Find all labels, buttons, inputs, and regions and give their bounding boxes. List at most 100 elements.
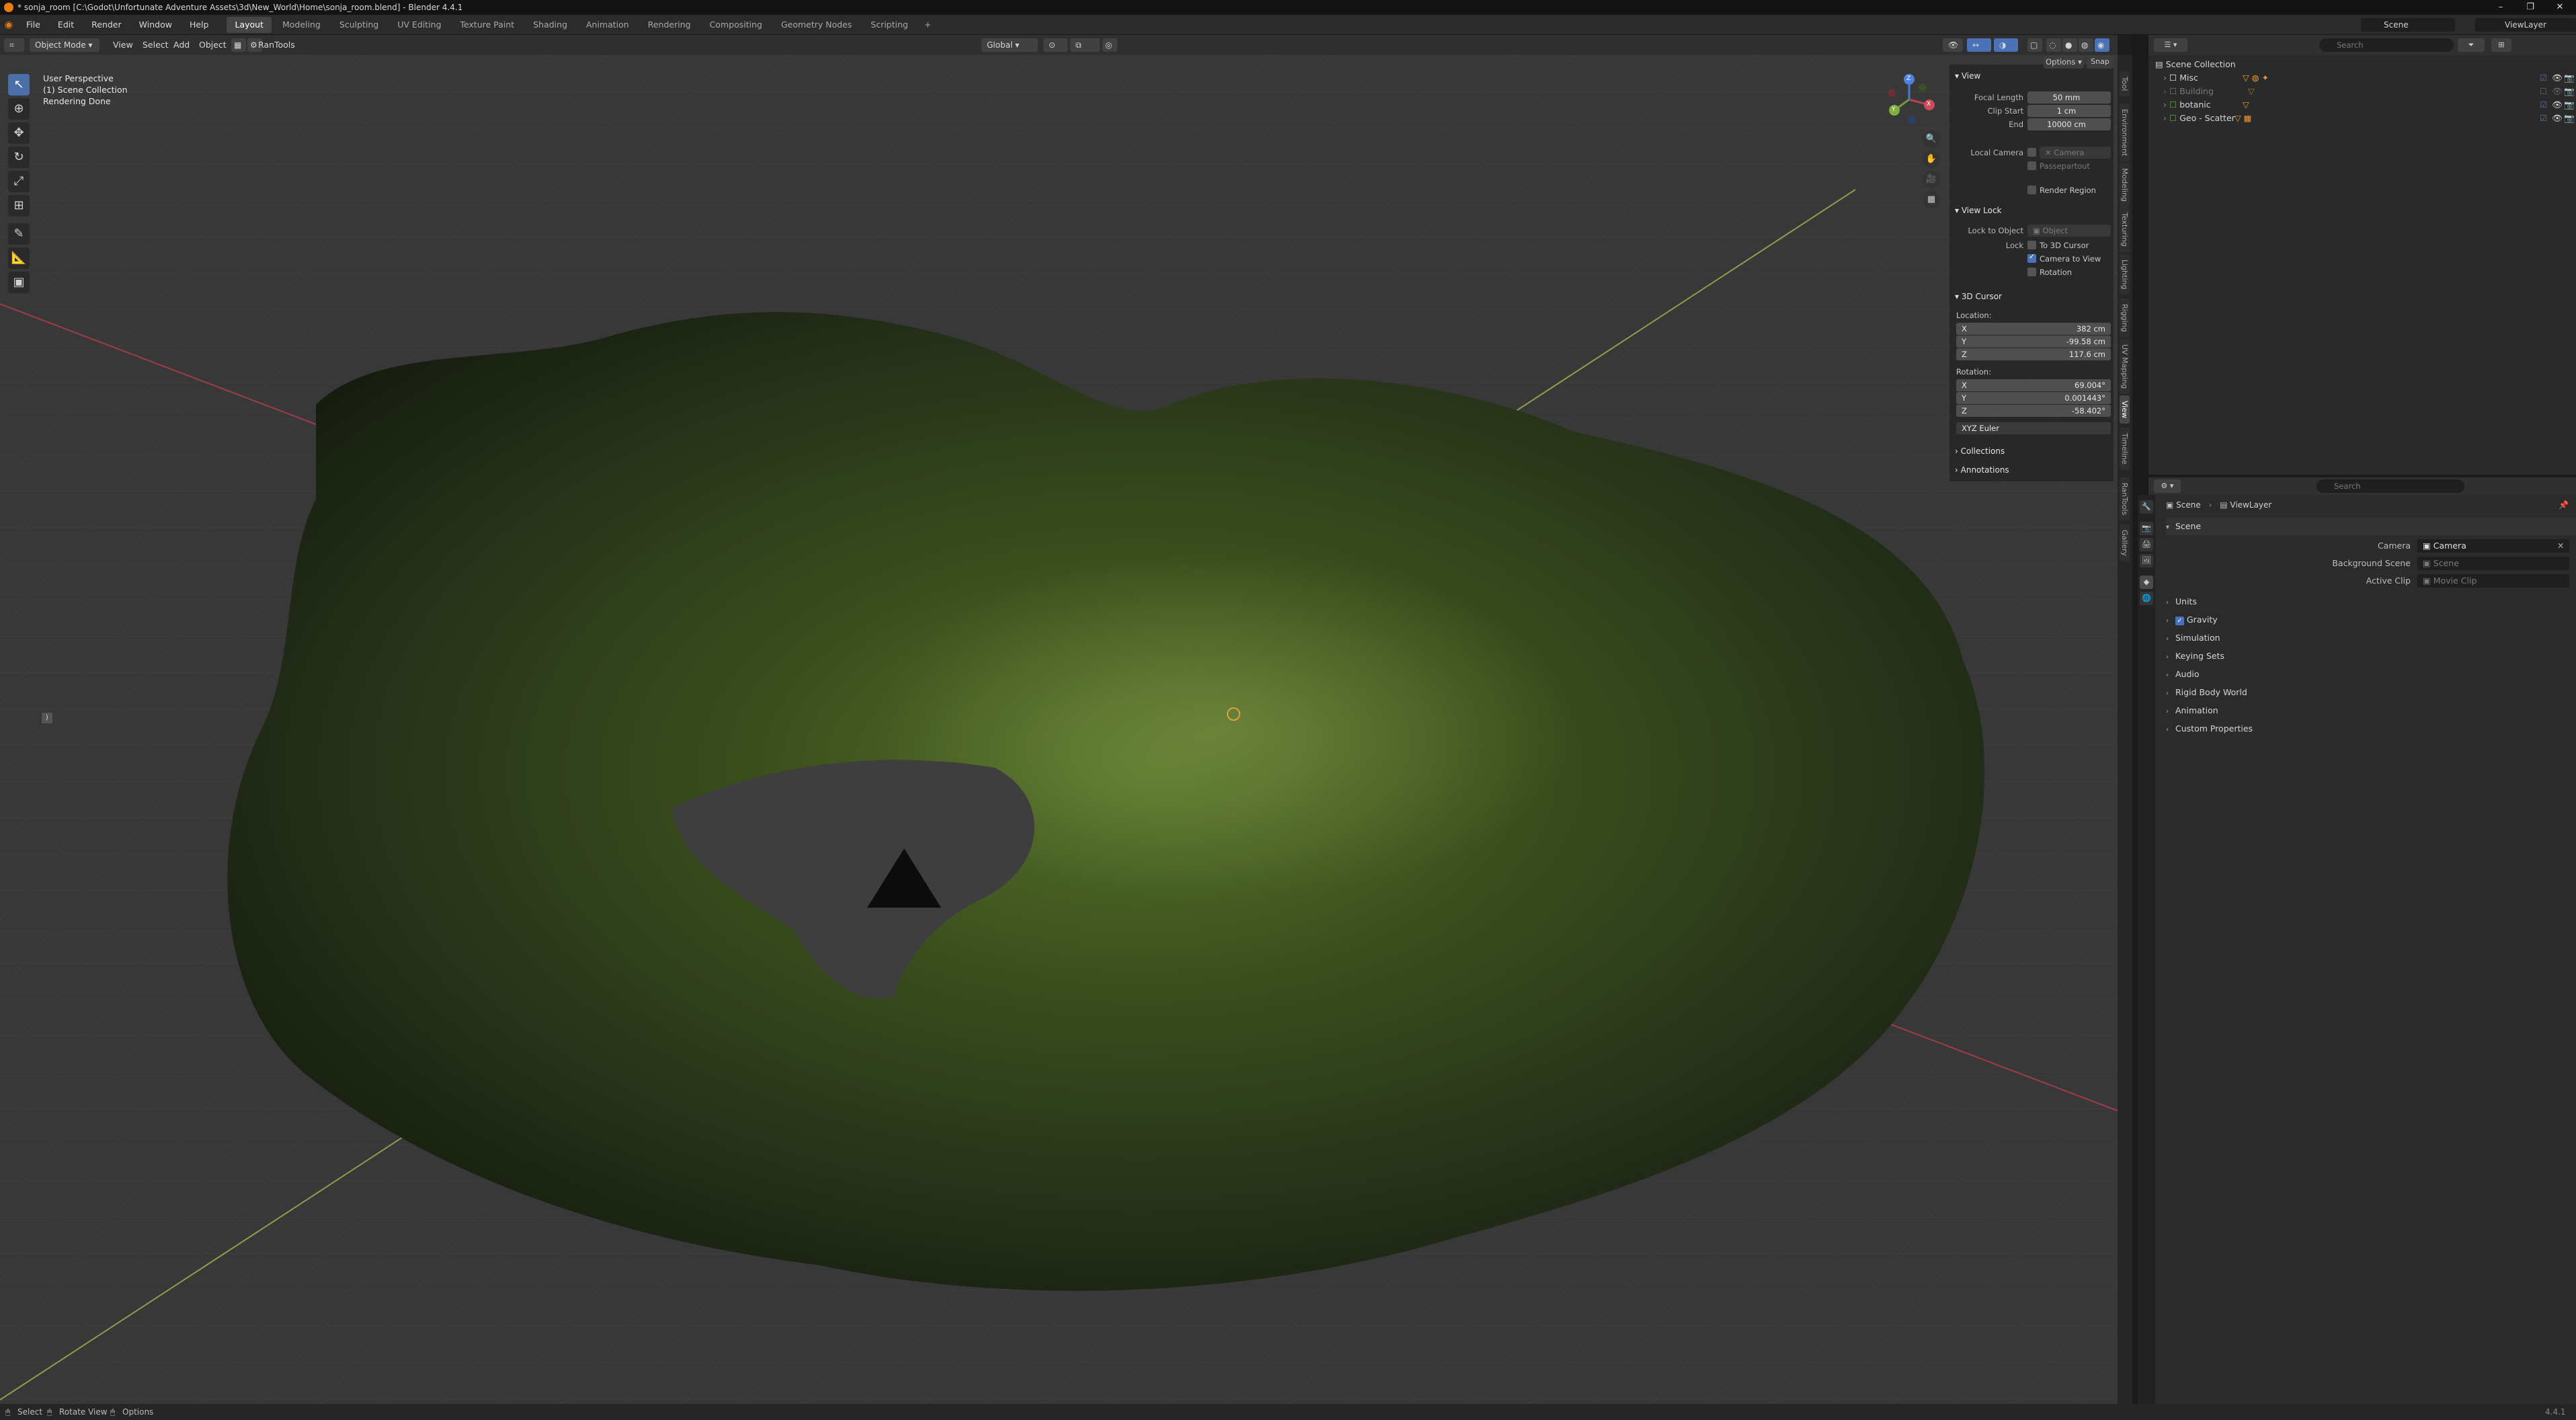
collections-section-header[interactable]: › Collections: [1955, 446, 2005, 456]
cursor-rotation-y[interactable]: Y 0.001443°: [1956, 392, 2111, 404]
units-section-header[interactable]: › Units: [2166, 593, 2576, 610]
new-collection-icon[interactable]: ⊞: [2491, 38, 2511, 52]
sidebar-tab-modeling[interactable]: Modeling: [2120, 163, 2130, 208]
eye-icon[interactable]: 👁: [2552, 98, 2563, 112]
grid-icon[interactable]: ▦: [231, 38, 246, 52]
annotations-section-header[interactable]: › Annotations: [1955, 465, 2009, 475]
cursor-location-z[interactable]: Z 117.6 cm: [1956, 348, 2111, 360]
simulation-section-header[interactable]: › Simulation: [2166, 629, 2576, 647]
orientation-dropdown[interactable]: Global ▾: [981, 38, 1038, 52]
rotation-lock-checkbox[interactable]: [2027, 268, 2036, 276]
menu-add[interactable]: Add: [173, 38, 190, 52]
maximize-button[interactable]: ❐: [2517, 0, 2544, 15]
filter-icon[interactable]: ⏷: [2458, 38, 2485, 52]
menu-window[interactable]: Window: [130, 15, 181, 35]
shading-material-icon[interactable]: ◍: [2079, 38, 2093, 52]
passepartout-checkbox[interactable]: [2027, 161, 2036, 170]
menu-object[interactable]: Object: [199, 38, 227, 52]
gizmo-toggle-icon[interactable]: ↔: [1967, 38, 1991, 52]
animation-section-header[interactable]: › Animation: [2166, 702, 2576, 719]
active-clip-field[interactable]: ▣ Movie Clip: [2417, 574, 2569, 588]
outliner-display-icon[interactable]: ☰ ▾: [2154, 38, 2187, 52]
shading-wireframe-icon[interactable]: ◌: [2046, 38, 2061, 52]
select-tool-icon[interactable]: ↖: [8, 74, 30, 95]
world-tab-icon[interactable]: 🌐: [2140, 592, 2153, 605]
render-camera-icon[interactable]: 📷: [2564, 98, 2575, 112]
tab-uv-editing[interactable]: UV Editing: [389, 17, 449, 33]
clip-start-field[interactable]: 1 cm: [2027, 105, 2111, 117]
gravity-checkbox[interactable]: ✓: [2175, 617, 2184, 625]
proportional-icon[interactable]: ◎: [1102, 38, 1117, 52]
cursor-location-y[interactable]: Y -99.58 cm: [1956, 336, 2111, 348]
tab-animation[interactable]: Animation: [578, 17, 637, 33]
scene-selector[interactable]: Scene: [2361, 18, 2455, 32]
sidebar-tab-tool[interactable]: Tool: [2120, 71, 2130, 97]
render-tab-icon[interactable]: 📷: [2140, 522, 2153, 535]
outliner-root[interactable]: ▤ Scene Collection: [2148, 58, 2576, 71]
add-workspace-button[interactable]: +: [918, 19, 938, 30]
output-tab-icon[interactable]: 🖨: [2140, 538, 2153, 551]
sidebar-tab-rantools[interactable]: RanTools: [2120, 477, 2130, 521]
menu-file[interactable]: File: [17, 15, 49, 35]
zoom-icon[interactable]: 🔍: [1923, 130, 1940, 148]
tab-texture-paint[interactable]: Texture Paint: [452, 17, 522, 33]
background-scene-field[interactable]: ▣ Scene: [2417, 557, 2569, 570]
menu-edit[interactable]: Edit: [49, 15, 83, 35]
tab-sculpting[interactable]: Sculpting: [331, 17, 387, 33]
outliner-item-botanic[interactable]: › ☐ botanic ▽ ☑ 👁 📷: [2148, 98, 2576, 112]
pin-icon[interactable]: 📌: [2559, 500, 2569, 510]
cursor-tool-icon[interactable]: ⊕: [8, 98, 30, 120]
close-button[interactable]: ✕: [2546, 0, 2573, 15]
tab-shading[interactable]: Shading: [525, 17, 575, 33]
cursor-rotation-z[interactable]: Z -58.402°: [1956, 405, 2111, 417]
blender-menu-icon[interactable]: ◉: [0, 19, 17, 30]
xray-icon[interactable]: ▢: [2027, 38, 2042, 52]
shading-solid-icon[interactable]: ●: [2062, 38, 2077, 52]
rotation-mode-dropdown[interactable]: XYZ Euler: [1956, 422, 2111, 434]
eye-icon[interactable]: 👁: [2552, 112, 2563, 125]
camera-view-icon[interactable]: 🎥: [1923, 171, 1940, 188]
tab-modeling[interactable]: Modeling: [274, 17, 329, 33]
snap-icon[interactable]: ⧉: [1070, 38, 1100, 52]
sidebar-expand-icon[interactable]: ⟩: [42, 713, 52, 723]
rotate-tool-icon[interactable]: ↻: [8, 147, 30, 168]
keying-sets-section-header[interactable]: › Keying Sets: [2166, 647, 2576, 665]
tab-geometry-nodes[interactable]: Geometry Nodes: [773, 17, 860, 33]
snap-button[interactable]: Snap: [2087, 55, 2114, 69]
render-camera-icon[interactable]: 📷: [2564, 71, 2575, 85]
exclude-checkbox[interactable]: ☐: [2540, 85, 2547, 98]
3d-cursor-section-header[interactable]: ▾ 3D Cursor: [1955, 292, 2002, 301]
tab-layout[interactable]: Layout: [227, 16, 272, 33]
sidebar-tab-gallery[interactable]: Gallery: [2120, 524, 2130, 562]
clip-end-field[interactable]: 10000 cm: [2027, 118, 2111, 130]
exclude-checkbox[interactable]: ☑: [2540, 71, 2547, 85]
outliner-item-building[interactable]: › ☐ Building ▽ ☐ 👁 📷: [2148, 85, 2576, 98]
outliner-item-misc[interactable]: › ☐ Misc ▽ ◍ ✦ ☑ 👁 📷: [2148, 71, 2576, 85]
tab-rendering[interactable]: Rendering: [640, 17, 699, 33]
eye-icon[interactable]: 👁: [2552, 71, 2563, 85]
menu-render[interactable]: Render: [83, 15, 130, 35]
sidebar-tab-timeline[interactable]: Timeline: [2120, 428, 2130, 470]
3d-viewport[interactable]: User Perspective (1) Scene Collection Re…: [0, 55, 2118, 1404]
view-layer-tab-icon[interactable]: 🖼: [2140, 554, 2153, 567]
view-section-header[interactable]: ▾ View: [1955, 71, 1980, 81]
sidebar-tab-lighting[interactable]: Lighting: [2120, 254, 2130, 295]
tab-compositing[interactable]: Compositing: [701, 17, 770, 33]
to-3d-cursor-checkbox[interactable]: [2027, 241, 2036, 249]
outliner-search-input[interactable]: Search: [2319, 38, 2454, 52]
annotate-tool-icon[interactable]: ✎: [8, 223, 30, 245]
focal-length-field[interactable]: 50 mm: [2027, 91, 2111, 104]
properties-search-input[interactable]: Search: [2317, 479, 2464, 493]
move-tool-icon[interactable]: ✥: [8, 122, 30, 144]
sidebar-tab-view[interactable]: View: [2120, 395, 2130, 424]
gravity-section-header[interactable]: › ✓ Gravity: [2166, 611, 2576, 629]
options-dropdown[interactable]: Options ▾: [2044, 55, 2084, 69]
render-camera-icon[interactable]: 📷: [2564, 112, 2575, 125]
transform-tool-icon[interactable]: ⊞: [8, 195, 30, 216]
cursor-rotation-x[interactable]: X 69.004°: [1956, 379, 2111, 391]
properties-editor-type-icon[interactable]: ⚙ ▾: [2154, 479, 2181, 493]
sidebar-tab-uv-mapping[interactable]: UV Mapping: [2120, 339, 2130, 395]
editor-type-icon[interactable]: ⌗: [4, 38, 24, 52]
add-cube-tool-icon[interactable]: ▣: [8, 272, 30, 293]
tool-settings-tab-icon[interactable]: 🔧: [2140, 500, 2153, 514]
